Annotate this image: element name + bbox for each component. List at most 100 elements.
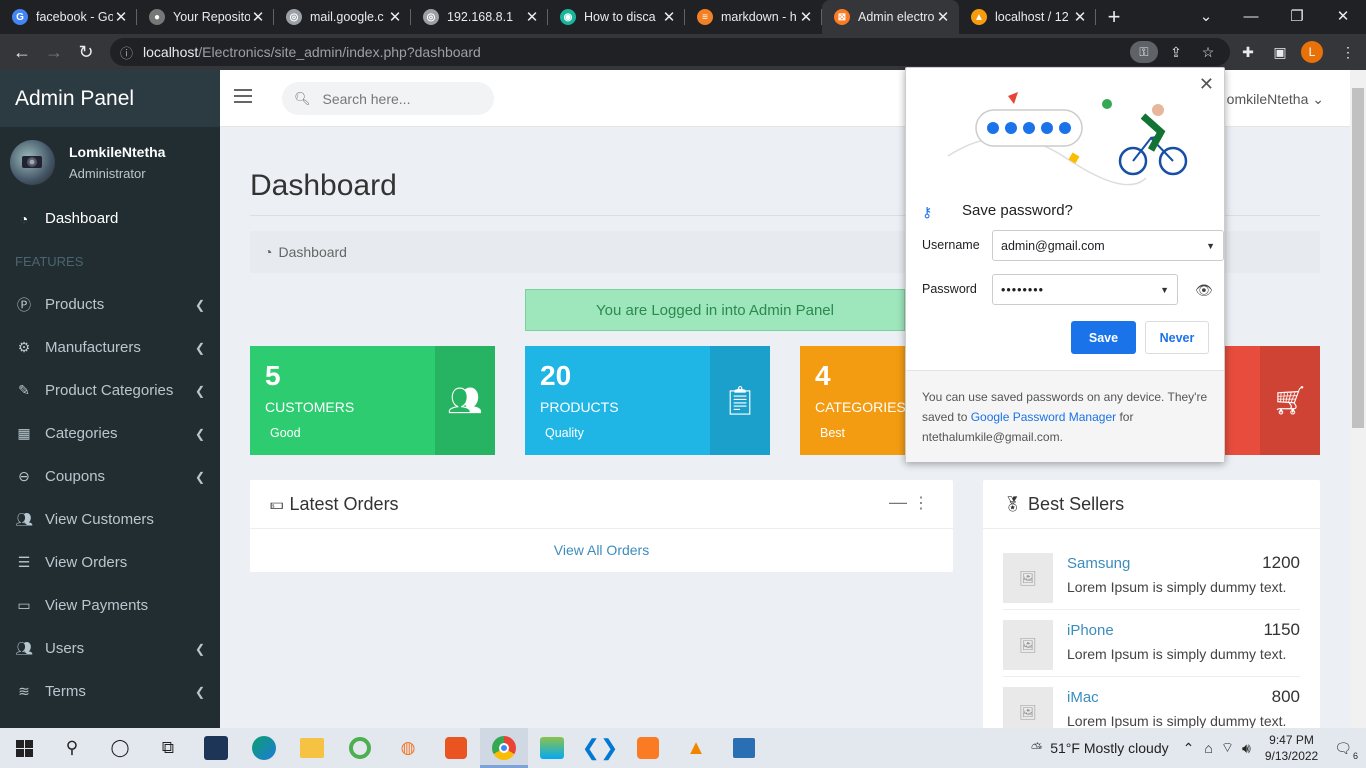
product-name-link[interactable]: iMac xyxy=(1067,689,1099,706)
product-name-link[interactable]: iPhone xyxy=(1067,622,1114,639)
hamburger-menu-icon[interactable] xyxy=(234,89,252,103)
extensions-icon[interactable]: ✚ xyxy=(1236,40,1260,64)
tab-search-chevron-icon[interactable]: ⌄ xyxy=(1183,0,1229,32)
start-windows-icon[interactable] xyxy=(0,728,48,768)
close-tab-icon[interactable]: ✕ xyxy=(113,8,129,26)
chrome-icon[interactable] xyxy=(480,728,528,768)
tab-3[interactable]: ◎ 192.168.8.1 ✕ xyxy=(411,0,548,34)
search-input[interactable]: 🔍︎ Search here... xyxy=(282,82,494,115)
key-icon[interactable]: ⚿ xyxy=(1130,41,1158,63)
weather-text[interactable]: 51°F Mostly cloudy xyxy=(1050,740,1168,756)
close-icon[interactable]: ✕ xyxy=(1199,74,1214,95)
phpmyadmin-icon: ▲ xyxy=(971,9,987,25)
clock[interactable]: 9:47 PM 9/13/2022 xyxy=(1265,732,1318,764)
tab-1[interactable]: ● Your Reposito ✕ xyxy=(137,0,274,34)
user-dropdown[interactable]: omkileNtetha ⌄ xyxy=(1227,91,1324,108)
xampp-icon[interactable] xyxy=(624,728,672,768)
new-tab-button[interactable]: + xyxy=(1100,0,1128,34)
never-button[interactable]: Never xyxy=(1145,321,1209,354)
username-field[interactable]: admin@gmail.com ▼ xyxy=(992,230,1224,261)
eye-icon[interactable]: 👁︎ xyxy=(1195,282,1213,299)
save-password-dialog: ✕ ⚷ Save password? Username admin@gmail.… xyxy=(905,67,1225,462)
sidebar-item-terms[interactable]: ≋ Terms ❮ xyxy=(0,670,220,713)
sidebar-item-label: View Customers xyxy=(45,511,154,528)
sidebar-item-coupons[interactable]: ⊖ Coupons ❮ xyxy=(0,455,220,498)
product-name-link[interactable]: Samsung xyxy=(1067,555,1130,572)
app-icon-1[interactable] xyxy=(192,728,240,768)
tab-2[interactable]: ◎ mail.google.c ✕ xyxy=(274,0,411,34)
scrollbar-thumb[interactable] xyxy=(1352,88,1364,428)
chevron-down-icon[interactable]: ▼ xyxy=(1160,285,1169,295)
collapse-icon[interactable]: — xyxy=(889,492,907,513)
tab-0[interactable]: Gfacebook - Go ✕ xyxy=(0,0,137,34)
photos-icon[interactable] xyxy=(720,728,768,768)
close-window-button[interactable]: ✕ xyxy=(1320,0,1366,32)
menu-dots-icon[interactable]: ⋮ xyxy=(1336,40,1360,64)
sidebar-item-view-orders[interactable]: ☰ View Orders xyxy=(0,541,220,584)
forward-button[interactable]: → xyxy=(38,36,70,68)
vlc-icon[interactable]: ▲ xyxy=(672,728,720,768)
brand-title[interactable]: Admin Panel xyxy=(0,70,220,127)
task-view-icon[interactable]: ⧉ xyxy=(144,728,192,768)
chevron-up-icon[interactable]: ⌃ xyxy=(1183,740,1195,757)
page-scrollbar[interactable] xyxy=(1350,70,1366,728)
edge-icon[interactable] xyxy=(240,728,288,768)
password-manager-link[interactable]: Google Password Manager xyxy=(971,410,1116,424)
close-tab-icon[interactable]: ✕ xyxy=(524,8,540,26)
sidebar-item-dashboard[interactable]: ◔ Dashboard xyxy=(0,197,220,240)
file-explorer-icon[interactable] xyxy=(288,728,336,768)
close-tab-icon[interactable]: ✕ xyxy=(1072,8,1088,26)
volume-icon[interactable]: 🔊︎ xyxy=(1242,740,1251,757)
tab-7[interactable]: ▲ localhost / 12 ✕ xyxy=(959,0,1096,34)
restore-button[interactable]: ❐ xyxy=(1274,0,1320,32)
share-icon[interactable]: ⇪ xyxy=(1164,40,1188,64)
bookmark-star-icon[interactable]: ☆ xyxy=(1196,40,1220,64)
app-icon-green-ring[interactable] xyxy=(336,728,384,768)
minimize-button[interactable]: — xyxy=(1228,0,1274,32)
google-icon: G xyxy=(12,9,28,25)
app-icon-orange[interactable] xyxy=(432,728,480,768)
money-icon: 💵︎ xyxy=(270,495,284,513)
chevron-down-icon[interactable]: ▼ xyxy=(1206,241,1215,251)
sidebar-item-view-payments[interactable]: ▭ View Payments xyxy=(0,584,220,627)
back-button[interactable]: ← xyxy=(6,36,38,68)
search-icon[interactable]: ⚲ xyxy=(48,728,96,768)
more-vertical-icon[interactable]: ⋮ xyxy=(913,493,929,513)
sidebar-item-product-categories[interactable]: ✎ Product Categories ❮ xyxy=(0,369,220,412)
address-bar[interactable]: ⓘ localhost /Electronics/site_admin/inde… xyxy=(110,38,1230,66)
wifi-icon[interactable]: ⌔ xyxy=(1221,739,1234,757)
view-all-orders-link[interactable]: View All Orders xyxy=(554,542,649,558)
tab-6[interactable]: ⊠ Admin electro ✕ xyxy=(822,0,959,34)
profile-avatar[interactable]: L xyxy=(1301,41,1323,63)
sidebar-item-users[interactable]: 👥︎ Users ❮ xyxy=(0,627,220,670)
close-tab-icon[interactable]: ✕ xyxy=(798,8,814,26)
search-placeholder: Search here... xyxy=(322,90,411,107)
password-field[interactable]: •••••••• ▼ xyxy=(992,274,1178,305)
device-icon[interactable]: ⌂ xyxy=(1204,740,1212,756)
sidebar-item-manufacturers[interactable]: ⚙ Manufacturers ❮ xyxy=(0,326,220,369)
tab-4[interactable]: ◉ How to disca ✕ xyxy=(548,0,685,34)
breadcrumb-label[interactable]: Dashboard xyxy=(278,244,347,260)
user-name: LomkileNtetha xyxy=(69,143,166,160)
close-tab-icon[interactable]: ✕ xyxy=(387,8,403,26)
stat-box-0[interactable]: 5 CUSTOMERS Good 👥︎ xyxy=(250,346,495,455)
sidebar-item-products[interactable]: Ⓟ Products ❮ xyxy=(0,283,220,326)
save-button[interactable]: Save xyxy=(1071,321,1136,354)
close-tab-icon[interactable]: ✕ xyxy=(661,8,677,26)
vscode-icon[interactable]: ❮❯ xyxy=(576,728,624,768)
close-tab-icon[interactable]: ✕ xyxy=(935,8,951,26)
reload-button[interactable]: ↻ xyxy=(70,36,102,68)
sidebar-item-view-customers[interactable]: 👥︎ View Customers xyxy=(0,498,220,541)
stat-sub: Best xyxy=(820,426,846,440)
notification-icon[interactable]: 🗨︎ 6 xyxy=(1334,740,1358,761)
tab-5[interactable]: ≡ markdown - h ✕ xyxy=(685,0,822,34)
stat-number: 4 xyxy=(815,360,831,391)
bluestacks-icon[interactable] xyxy=(528,728,576,768)
cortana-icon[interactable]: ◯ xyxy=(96,728,144,768)
sidebar-item-categories[interactable]: ▦ Categories ❮ xyxy=(0,412,220,455)
jupyter-icon[interactable]: ◍ xyxy=(384,728,432,768)
close-tab-icon[interactable]: ✕ xyxy=(250,8,266,26)
side-panel-icon[interactable]: ▣ xyxy=(1268,40,1292,64)
info-icon[interactable]: ⓘ xyxy=(120,43,133,62)
stat-box-1[interactable]: 20 PRODUCTS Quality 📋︎ xyxy=(525,346,770,455)
